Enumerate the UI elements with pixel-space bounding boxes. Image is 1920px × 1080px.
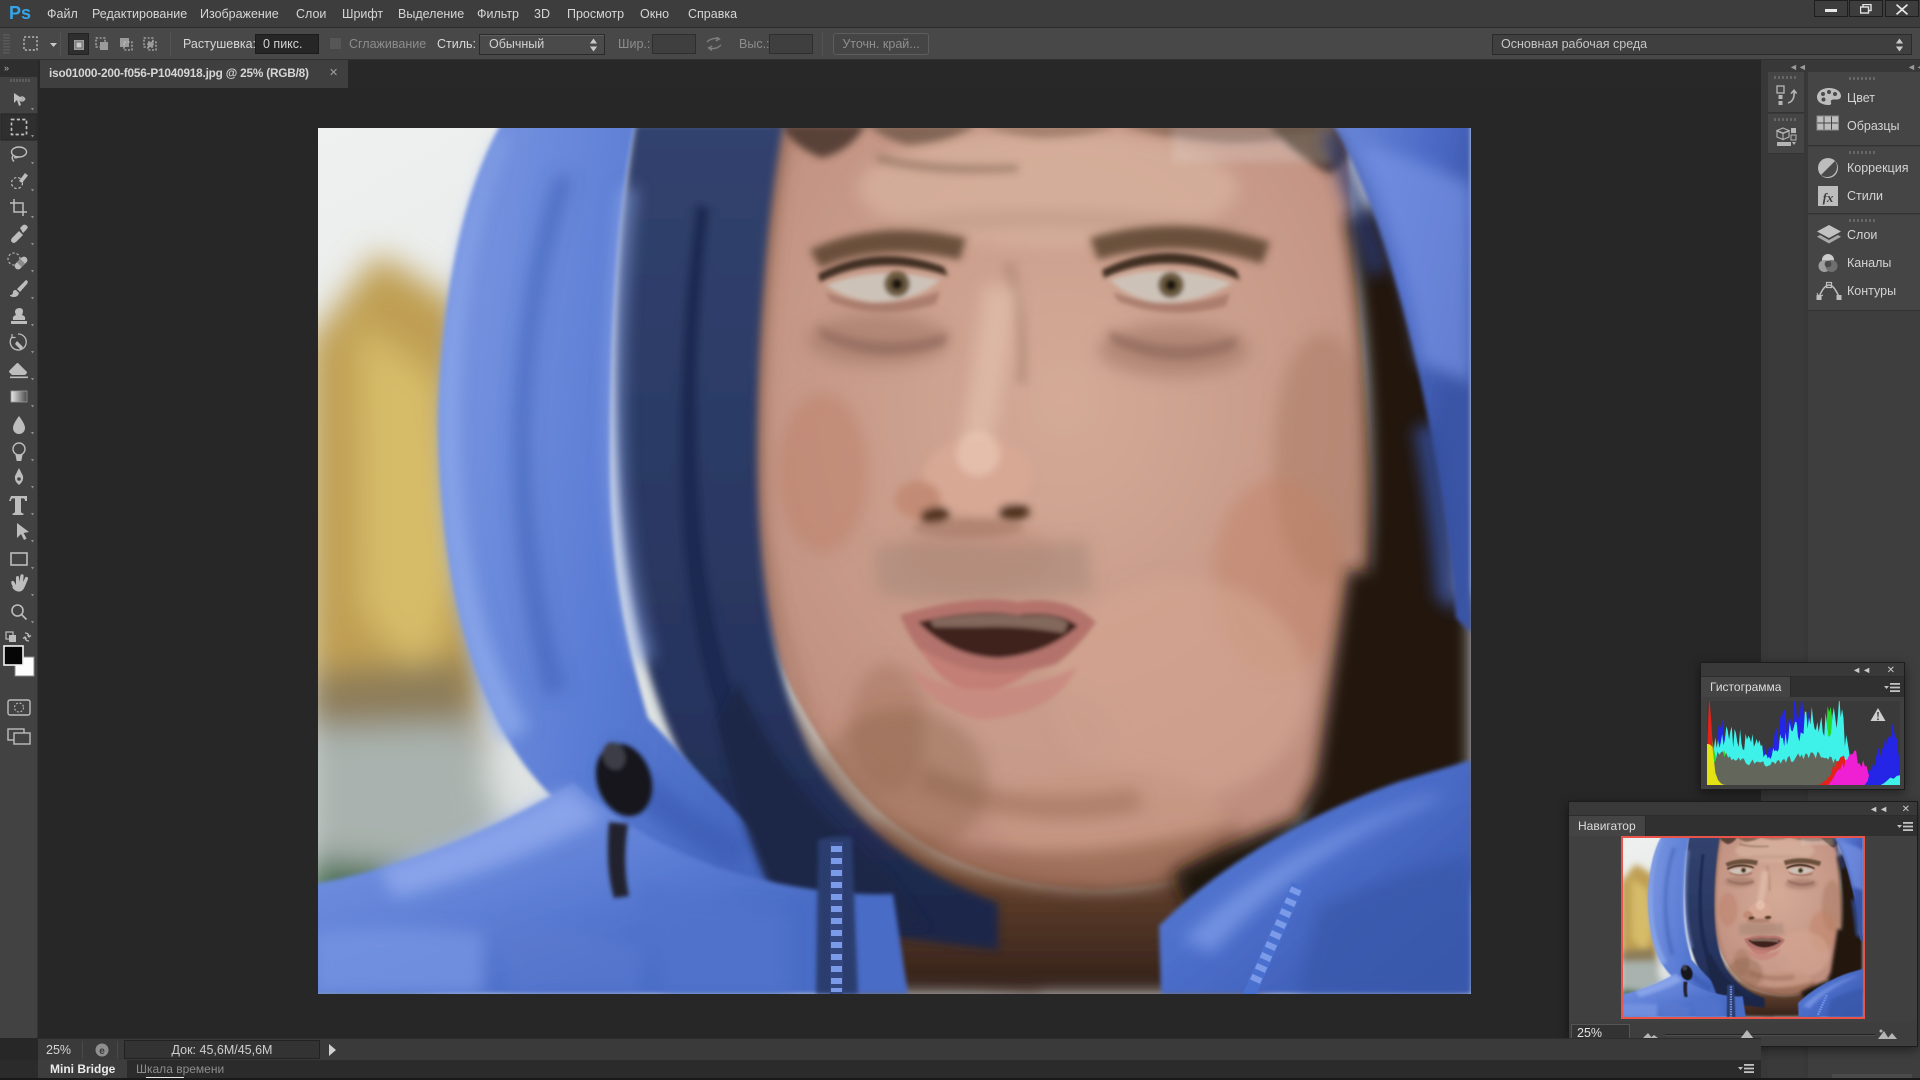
svg-text:e: e (99, 1046, 105, 1057)
svg-text:fx: fx (1823, 190, 1834, 205)
